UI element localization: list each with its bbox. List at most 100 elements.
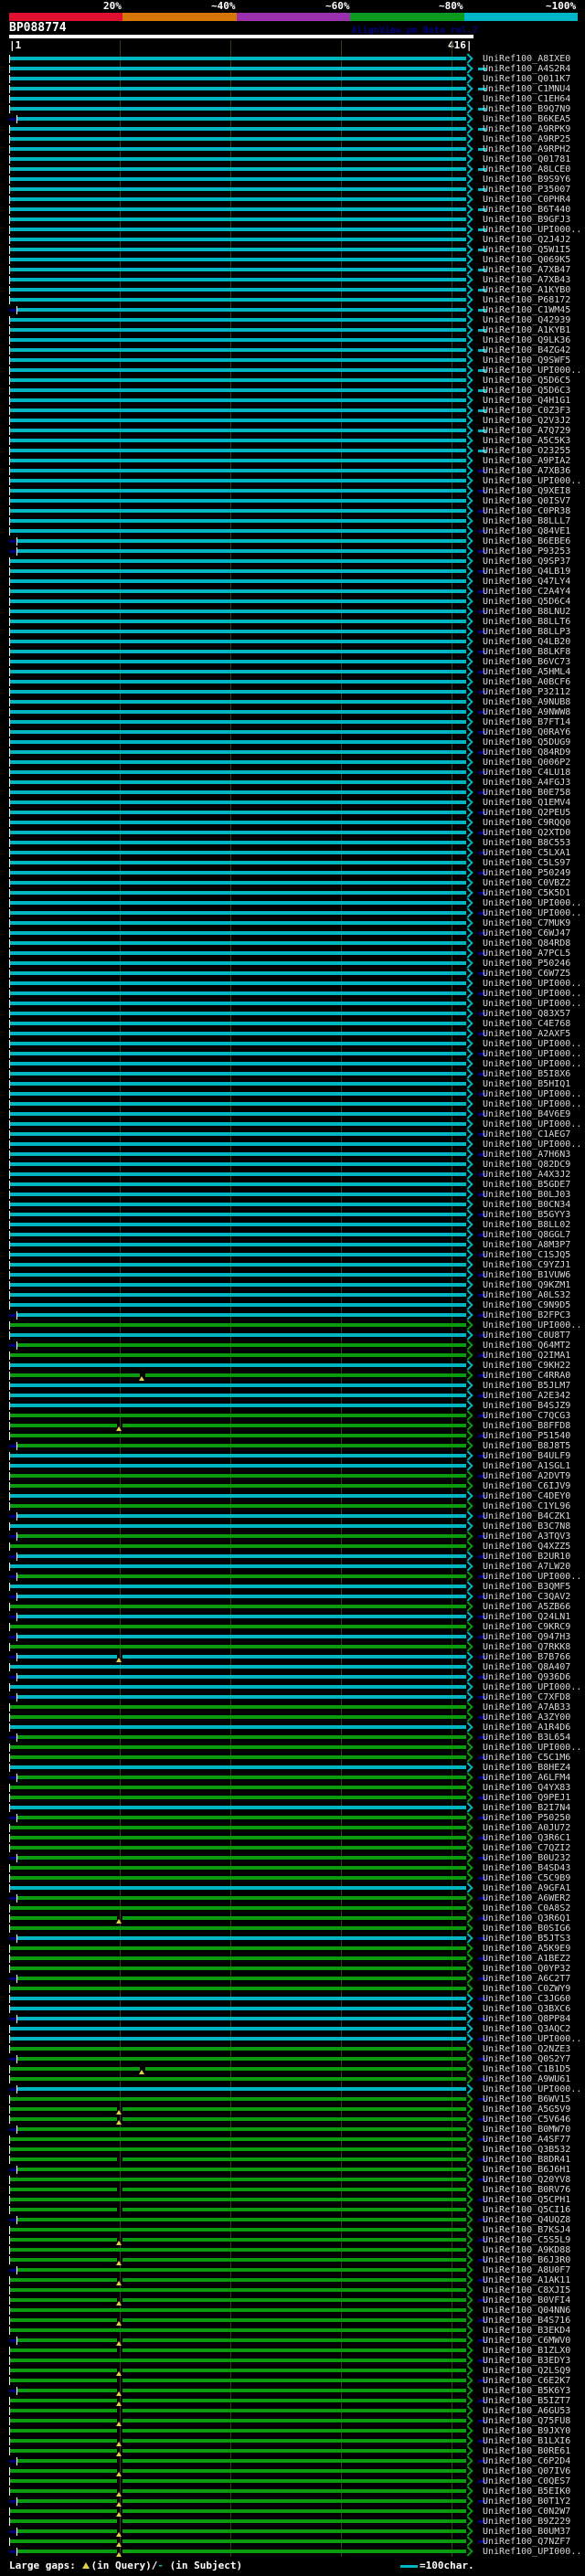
hit-row[interactable]: UniRef100_B0U232 bbox=[0, 1852, 585, 1863]
hit-row[interactable]: UniRef100_C1EH64 bbox=[0, 93, 585, 104]
hit-row[interactable]: UniRef100_C7MUK9 bbox=[0, 917, 585, 928]
hit-row[interactable]: UniRef100_Q01781 bbox=[0, 154, 585, 164]
hit-row[interactable]: UniRef100_B4CZK1 bbox=[0, 1511, 585, 1521]
hit-row[interactable]: UniRef100_C1MNU4 bbox=[0, 83, 585, 94]
hit-row[interactable]: UniRef100_C7XFD8 bbox=[0, 1691, 585, 1702]
hit-row[interactable]: UniRef100_C9N9D5 bbox=[0, 1299, 585, 1310]
hit-row[interactable]: UniRef100_A8LCE0 bbox=[0, 164, 585, 175]
hit-row[interactable]: UniRef100_B0CN34 bbox=[0, 1199, 585, 1210]
hit-row[interactable]: UniRef100_B9Q7N9 bbox=[0, 103, 585, 114]
hit-row[interactable]: UniRef100_B4SD43 bbox=[0, 1862, 585, 1873]
hit-row[interactable]: UniRef100_C3JG60 bbox=[0, 1993, 585, 2004]
hit-row[interactable]: UniRef100_Q64MT2 bbox=[0, 1340, 585, 1351]
hit-row[interactable]: UniRef100_Q8A407 bbox=[0, 1661, 585, 1672]
hit-row[interactable]: UniRef100_UPI000.. bbox=[0, 365, 585, 376]
hit-row[interactable]: UniRef100_B5JLM7 bbox=[0, 1380, 585, 1391]
hit-row[interactable]: UniRef100_B6VC73 bbox=[0, 656, 585, 667]
hit-row[interactable]: UniRef100_A6WER2 bbox=[0, 1892, 585, 1903]
hit-row[interactable]: UniRef100_B3EDY3 bbox=[0, 2355, 585, 2366]
hit-row[interactable]: UniRef100_B6J6H1 bbox=[0, 2164, 585, 2175]
hit-row[interactable]: UniRef100_C9KRC9 bbox=[0, 1621, 585, 1632]
hit-row[interactable]: UniRef100_B9GFJ3 bbox=[0, 214, 585, 225]
hit-row[interactable]: UniRef100_C5LXA1 bbox=[0, 847, 585, 858]
hit-row[interactable]: UniRef100_C6IJV9 bbox=[0, 1480, 585, 1491]
hit-row[interactable]: UniRef100_UPI000.. bbox=[0, 998, 585, 1009]
hit-row[interactable]: UniRef100_Q2J4J2 bbox=[0, 234, 585, 245]
hit-row[interactable]: UniRef100_A4X3J2 bbox=[0, 1169, 585, 1180]
hit-row[interactable]: UniRef100_UPI000.. bbox=[0, 224, 585, 235]
hit-row[interactable]: UniRef100_Q04NN6 bbox=[0, 2305, 585, 2316]
hit-row[interactable]: UniRef100_UPI000.. bbox=[0, 907, 585, 918]
hit-row[interactable]: UniRef100_C1B1D5 bbox=[0, 2063, 585, 2074]
hit-row[interactable]: UniRef100_Q84RD9 bbox=[0, 747, 585, 758]
hit-row[interactable]: UniRef100_B8HEZ4 bbox=[0, 1762, 585, 1773]
hit-row[interactable]: UniRef100_Q936D6 bbox=[0, 1671, 585, 1682]
hit-row[interactable]: UniRef100_B5JTS3 bbox=[0, 1933, 585, 1944]
hit-row[interactable]: UniRef100_B8LLT6 bbox=[0, 616, 585, 627]
hit-row[interactable]: UniRef100_Q4H1G1 bbox=[0, 395, 585, 406]
hit-row[interactable]: UniRef100_Q9XEI8 bbox=[0, 485, 585, 496]
hit-row[interactable]: UniRef100_B5HIQ1 bbox=[0, 1078, 585, 1089]
hit-row[interactable]: UniRef100_A9PIA2 bbox=[0, 455, 585, 466]
hit-row[interactable]: UniRef100_Q5W1I5 bbox=[0, 244, 585, 255]
hit-row[interactable]: UniRef100_A9RPH2 bbox=[0, 143, 585, 154]
hit-row[interactable]: UniRef100_C0PHR4 bbox=[0, 194, 585, 205]
hit-row[interactable]: UniRef100_UPI000.. bbox=[0, 978, 585, 989]
hit-row[interactable]: UniRef100_Q069K5 bbox=[0, 254, 585, 265]
hit-row[interactable]: UniRef100_B8LLL7 bbox=[0, 515, 585, 526]
hit-row[interactable]: UniRef100_UPI000.. bbox=[0, 1118, 585, 1129]
hit-row[interactable]: UniRef100_A6C2T7 bbox=[0, 1973, 585, 1984]
hit-row[interactable]: UniRef100_A1R4D6 bbox=[0, 1722, 585, 1733]
hit-row[interactable]: UniRef100_Q4UQZ8 bbox=[0, 2214, 585, 2225]
hit-row[interactable]: UniRef100_B4SJZ9 bbox=[0, 1400, 585, 1411]
hit-row[interactable]: UniRef100_B6T440 bbox=[0, 204, 585, 215]
hit-row[interactable]: UniRef100_P68172 bbox=[0, 294, 585, 305]
hit-row[interactable]: UniRef100_A5K9E9 bbox=[0, 1943, 585, 1954]
hit-row[interactable]: UniRef100_C7QCG3 bbox=[0, 1410, 585, 1421]
hit-row[interactable]: UniRef100_A1KYB0 bbox=[0, 284, 585, 295]
hit-row[interactable]: UniRef100_B8LLP3 bbox=[0, 626, 585, 637]
hit-row[interactable]: UniRef100_Q7RKK8 bbox=[0, 1641, 585, 1652]
hit-row[interactable]: UniRef100_P35007 bbox=[0, 184, 585, 195]
hit-row[interactable]: UniRef100_B0MW70 bbox=[0, 2124, 585, 2135]
hit-row[interactable]: UniRef100_Q20YV8 bbox=[0, 2174, 585, 2185]
hit-row[interactable]: UniRef100_A5HML4 bbox=[0, 666, 585, 677]
hit-row[interactable]: UniRef100_UPI000.. bbox=[0, 2033, 585, 2044]
hit-row[interactable]: UniRef100_UPI000.. bbox=[0, 897, 585, 908]
hit-row[interactable]: UniRef100_B3C7N8 bbox=[0, 1521, 585, 1532]
hit-row[interactable]: UniRef100_Q75FU8 bbox=[0, 2415, 585, 2426]
hit-row[interactable]: UniRef100_Q3R6Q1 bbox=[0, 1913, 585, 1924]
hit-row[interactable]: UniRef100_Q3BXC6 bbox=[0, 2003, 585, 2014]
hit-row[interactable]: UniRef100_A1KYB1 bbox=[0, 324, 585, 335]
hit-row[interactable]: UniRef100_A7LW20 bbox=[0, 1561, 585, 1572]
hit-row[interactable]: UniRef100_Q947H3 bbox=[0, 1631, 585, 1642]
hit-row[interactable]: UniRef100_A0BCF6 bbox=[0, 676, 585, 687]
hit-row[interactable]: UniRef100_A3TQV3 bbox=[0, 1531, 585, 1542]
hit-row[interactable]: UniRef100_B1ZLX0 bbox=[0, 2345, 585, 2356]
hit-row[interactable]: UniRef100_B9Z229 bbox=[0, 2516, 585, 2527]
hit-row[interactable]: UniRef100_B6J3R0 bbox=[0, 2254, 585, 2265]
hit-row[interactable]: UniRef100_B0RE61 bbox=[0, 2445, 585, 2456]
hit-row[interactable]: UniRef100_Q3R6C1 bbox=[0, 1832, 585, 1843]
hit-row[interactable]: UniRef100_A9WU61 bbox=[0, 2073, 585, 2084]
hit-row[interactable]: UniRef100_P32112 bbox=[0, 686, 585, 697]
hit-row[interactable]: UniRef100_C1AEG7 bbox=[0, 1129, 585, 1140]
hit-row[interactable]: UniRef100_UPI000.. bbox=[0, 2546, 585, 2557]
hit-row[interactable]: UniRef100_UPI000.. bbox=[0, 1038, 585, 1049]
hit-row[interactable]: UniRef100_UPI000.. bbox=[0, 1681, 585, 1692]
hit-row[interactable]: UniRef100_A2AXF5 bbox=[0, 1028, 585, 1039]
hit-row[interactable]: UniRef100_C4RRA0 bbox=[0, 1370, 585, 1381]
hit-row[interactable]: UniRef100_B5IZT7 bbox=[0, 2395, 585, 2406]
hit-row[interactable]: UniRef100_B0T1Y2 bbox=[0, 2496, 585, 2507]
hit-row[interactable]: UniRef100_B5EIK0 bbox=[0, 2486, 585, 2496]
hit-row[interactable]: UniRef100_B4ZG42 bbox=[0, 345, 585, 355]
hit-row[interactable]: UniRef100_B8LL02 bbox=[0, 1219, 585, 1230]
hit-row[interactable]: UniRef100_Q9PEJ1 bbox=[0, 1792, 585, 1803]
hit-row[interactable]: UniRef100_C5S5L9 bbox=[0, 2234, 585, 2245]
hit-row[interactable]: UniRef100_P93253 bbox=[0, 546, 585, 557]
hit-row[interactable]: UniRef100_Q24LN1 bbox=[0, 1611, 585, 1622]
hit-row[interactable]: UniRef100_UPI000.. bbox=[0, 1088, 585, 1099]
hit-row[interactable]: UniRef100_C0PR38 bbox=[0, 505, 585, 516]
hit-row[interactable]: UniRef100_A8M3P7 bbox=[0, 1239, 585, 1250]
hit-row[interactable]: UniRef100_Q9SWF5 bbox=[0, 355, 585, 366]
